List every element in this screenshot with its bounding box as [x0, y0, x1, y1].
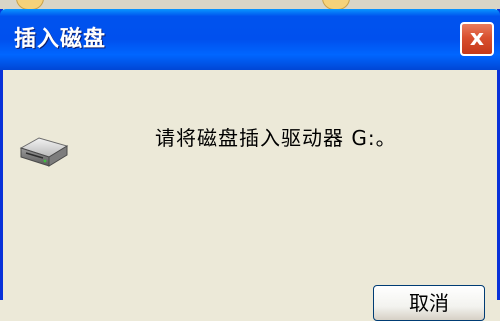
- window-title: 插入磁盘: [14, 27, 107, 52]
- title-bar[interactable]: 插入磁盘 x: [0, 9, 500, 70]
- dialog-content: 请将磁盘插入驱动器 G:。 取消: [3, 70, 497, 321]
- close-button[interactable]: x: [460, 22, 494, 56]
- insert-disk-dialog: 插入磁盘 x 请将磁盘插入驱动器 G:。 取消: [0, 9, 500, 321]
- cancel-button[interactable]: 取消: [373, 285, 485, 321]
- disk-drive-icon: [19, 137, 69, 167]
- insert-disk-message: 请将磁盘插入驱动器 G:。: [155, 126, 397, 150]
